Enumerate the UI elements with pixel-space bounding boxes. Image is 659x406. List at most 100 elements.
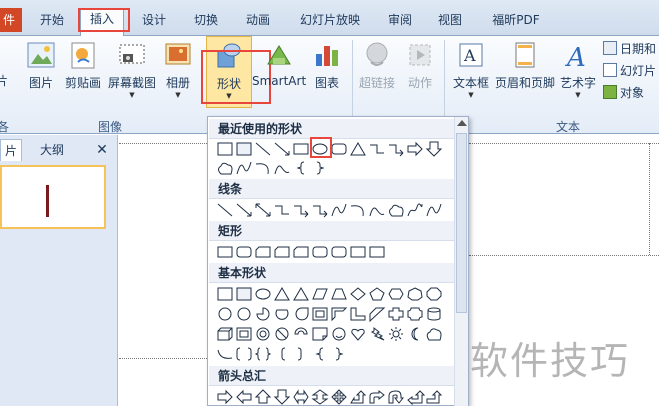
- freeform-curve-shape[interactable]: [274, 165, 290, 175]
- date-time-button[interactable]: 日期和: [603, 40, 656, 57]
- pentagon-shape[interactable]: [369, 287, 385, 301]
- donut-hole[interactable]: [259, 330, 267, 338]
- left-brace-shape[interactable]: [315, 347, 324, 361]
- arc-shape[interactable]: [350, 205, 364, 217]
- right-bracket-shape[interactable]: [297, 347, 302, 361]
- close-icon[interactable]: ✕: [92, 139, 112, 161]
- trapezoid-shape[interactable]: [331, 288, 347, 300]
- cloud-shape[interactable]: [218, 162, 233, 175]
- vertical-textbox-shape[interactable]: [236, 287, 252, 301]
- photo-album-button[interactable]: 相册 ▼: [160, 40, 196, 99]
- hyperlink-button[interactable]: 超链接: [356, 40, 398, 91]
- left-right-up-arrow-shape[interactable]: [350, 390, 367, 404]
- pie-shape[interactable]: [256, 307, 270, 321]
- sun-rays[interactable]: [389, 327, 403, 341]
- rectangle-shape[interactable]: [293, 143, 309, 155]
- heptagon-shape[interactable]: [407, 287, 423, 301]
- sun-shape[interactable]: [392, 330, 400, 338]
- cube-shape[interactable]: [217, 327, 233, 341]
- smiley-mouth[interactable]: [335, 335, 343, 338]
- heart-shape[interactable]: [351, 328, 365, 341]
- decagon-shape[interactable]: [218, 307, 232, 321]
- curve-shape[interactable]: [331, 203, 347, 217]
- right-arrow-shape[interactable]: [217, 389, 233, 405]
- no-symbol-bar[interactable]: [277, 329, 287, 339]
- left-up-arrow-shape[interactable]: [407, 390, 426, 406]
- triangle-shape[interactable]: [274, 287, 290, 301]
- tab-animations[interactable]: 动画: [238, 10, 278, 32]
- double-brace-shape[interactable]: [254, 347, 272, 361]
- rectangle-shape[interactable]: [350, 246, 366, 258]
- scroll-thumb[interactable]: [456, 133, 467, 313]
- tab-review[interactable]: 审阅: [380, 10, 420, 32]
- right-arrow-shape[interactable]: [407, 141, 423, 157]
- textbox-shape[interactable]: [217, 142, 233, 156]
- freeform-curve-shape[interactable]: [369, 207, 385, 217]
- right-brace-shape[interactable]: [316, 161, 325, 175]
- plaque-shape[interactable]: [407, 307, 423, 321]
- snip-rectangle-shape[interactable]: [293, 246, 309, 258]
- rectangle-shape[interactable]: [217, 246, 233, 258]
- triangle-shape[interactable]: [293, 287, 309, 301]
- arrow-line-shape[interactable]: [236, 203, 252, 217]
- cloud-callout-shape[interactable]: [426, 328, 442, 341]
- arrow-line-shape[interactable]: [274, 142, 290, 156]
- bent-up-arrow-shape[interactable]: [426, 390, 443, 404]
- double-arrow-line-shape[interactable]: [255, 203, 271, 217]
- curve-shape[interactable]: [426, 203, 442, 217]
- elbow-connector-shape[interactable]: [275, 205, 289, 215]
- up-arrow-shape[interactable]: [254, 389, 272, 404]
- elbow-arrow-connector-shape[interactable]: [294, 205, 309, 218]
- tab-outline[interactable]: 大纲: [32, 139, 72, 161]
- triangle-shape[interactable]: [350, 142, 366, 156]
- slide-thumbnail[interactable]: [0, 165, 106, 229]
- picture-button[interactable]: 图片: [24, 40, 58, 91]
- hexagon-shape[interactable]: [388, 288, 404, 300]
- folded-corner-shape[interactable]: [312, 327, 328, 341]
- snip-rectangle-shape[interactable]: [255, 246, 271, 258]
- rounded-rectangle-shape[interactable]: [331, 246, 347, 258]
- u-turn-arrow-shape[interactable]: [388, 390, 405, 404]
- tab-view[interactable]: 视图: [430, 10, 470, 32]
- up-down-arrow-shape[interactable]: [311, 389, 329, 405]
- arc-shape[interactable]: [217, 349, 233, 359]
- chart-button[interactable]: 图表: [310, 40, 344, 91]
- left-arrow-shape[interactable]: [236, 389, 252, 405]
- half-frame-shape[interactable]: [331, 307, 348, 322]
- left-bracket-shape[interactable]: [281, 347, 286, 361]
- rounded-rectangle-shape[interactable]: [236, 246, 252, 258]
- double-bracket-shape[interactable]: [236, 347, 252, 361]
- screenshot-button[interactable]: 屏幕截图 ▼: [106, 40, 158, 99]
- smiley-face-shape[interactable]: [332, 327, 346, 341]
- l-shape[interactable]: [350, 307, 366, 321]
- curve-shape[interactable]: [236, 161, 252, 175]
- slide-number-button[interactable]: 幻灯片: [603, 62, 656, 79]
- gallery-scrollbar[interactable]: [454, 117, 468, 406]
- right-brace-shape[interactable]: [335, 347, 344, 361]
- scribble-shape[interactable]: [407, 203, 423, 217]
- quad-arrow-shape[interactable]: [331, 389, 347, 405]
- textbox-button[interactable]: A 文本框 ▼: [450, 40, 492, 99]
- tab-insert[interactable]: 插入: [80, 8, 124, 37]
- snip-rectangle-shape[interactable]: [274, 246, 290, 258]
- rounded-rectangle-shape[interactable]: [331, 143, 347, 155]
- tab-file[interactable]: 件: [0, 8, 22, 32]
- donut-shape[interactable]: [256, 327, 270, 341]
- down-arrow-shape[interactable]: [425, 141, 443, 157]
- tab-slides[interactable]: 片: [0, 139, 22, 161]
- diamond-shape[interactable]: [350, 287, 366, 301]
- tab-home[interactable]: 开始: [34, 10, 70, 32]
- circle-shape[interactable]: [237, 307, 251, 321]
- smartart-button[interactable]: SmartArt: [252, 40, 306, 88]
- bent-arrow-shape[interactable]: [369, 389, 385, 404]
- oval-shape[interactable]: [312, 143, 328, 155]
- cloud-shape[interactable]: [389, 204, 404, 217]
- oval-shape[interactable]: [255, 288, 271, 300]
- action-button[interactable]: 动作: [402, 40, 438, 91]
- diagonal-stripe-shape[interactable]: [369, 307, 386, 323]
- octagon-shape[interactable]: [426, 287, 442, 301]
- new-slide-button[interactable]: 片: [0, 72, 10, 89]
- rounded-rectangle-shape[interactable]: [312, 246, 328, 258]
- left-right-arrow-shape[interactable]: [293, 389, 309, 405]
- elbow-connector-shape[interactable]: [370, 144, 384, 154]
